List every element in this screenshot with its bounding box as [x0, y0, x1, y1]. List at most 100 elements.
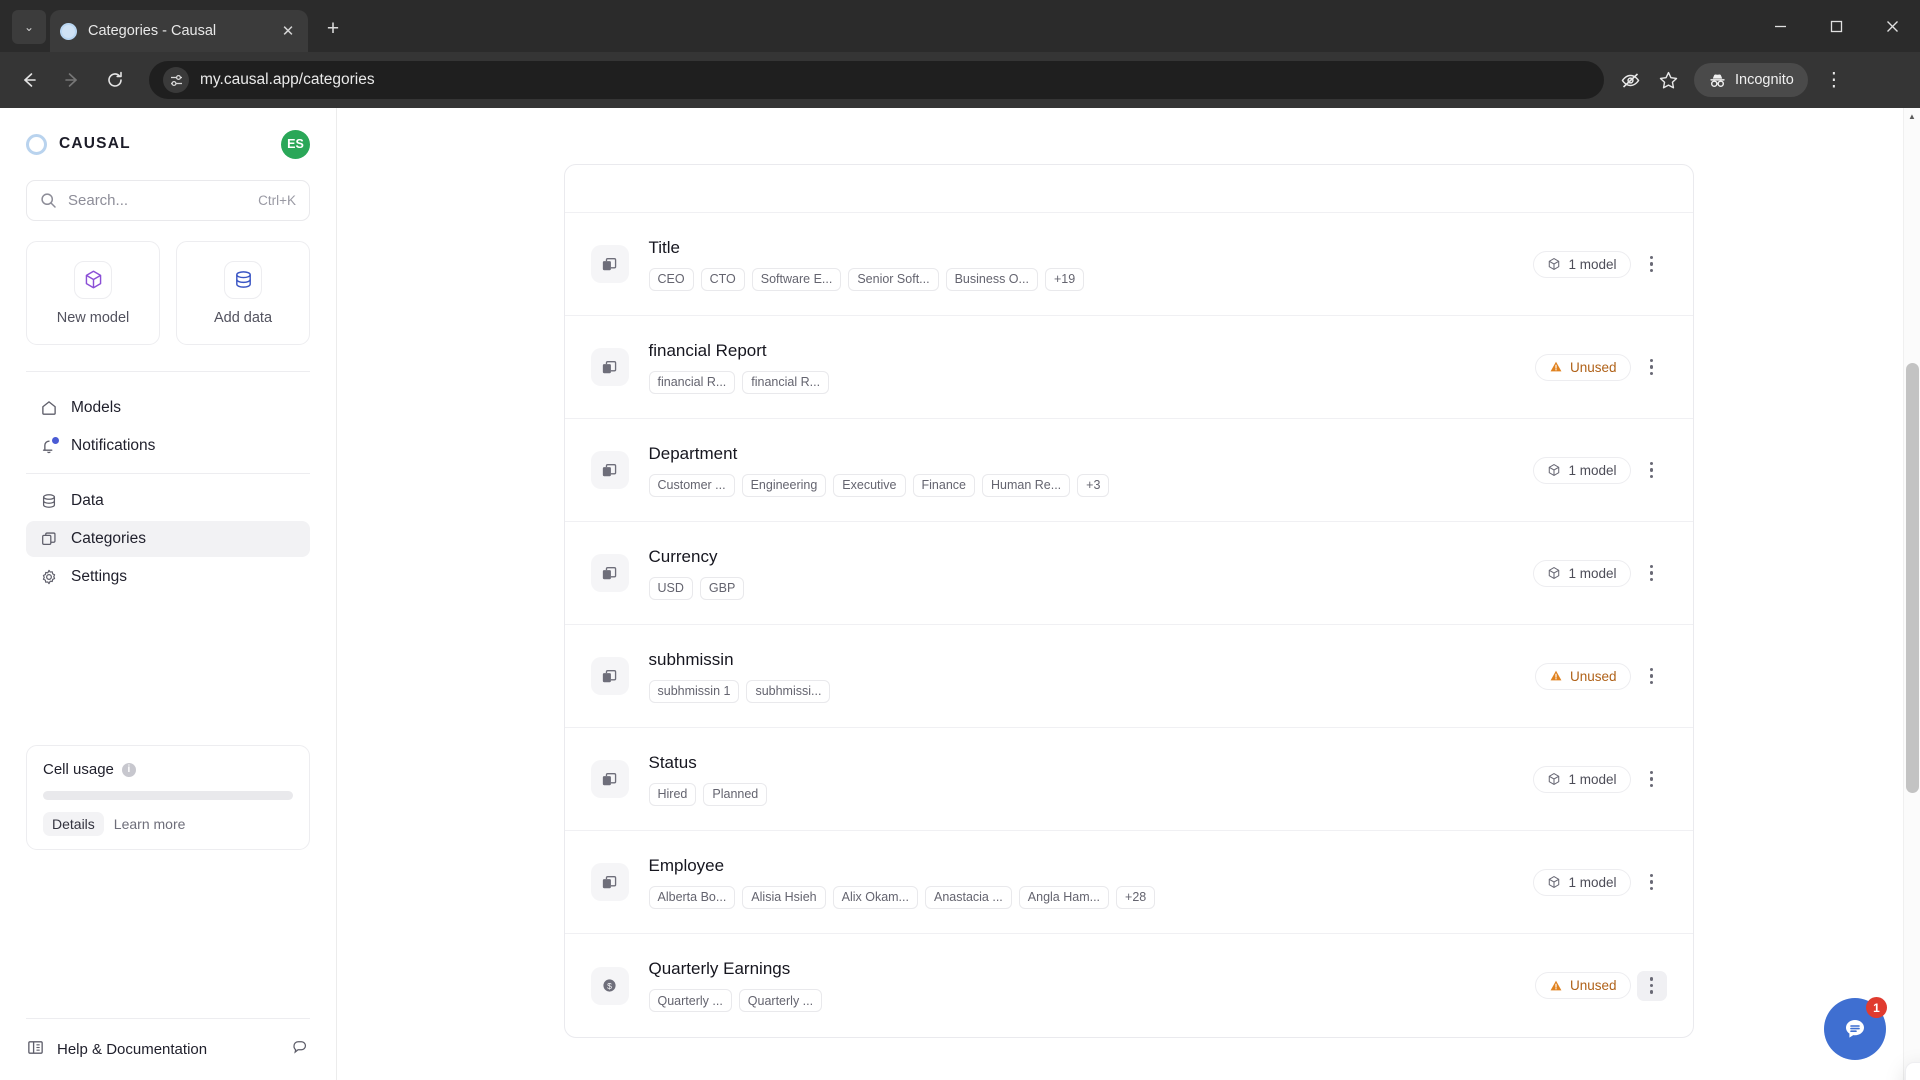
close-window-button[interactable]: [1864, 0, 1920, 52]
table-row[interactable]: Status Hired Planned 1 model: [564, 728, 1693, 831]
category-chip: Human Re...: [981, 473, 1071, 497]
minimize-button[interactable]: [1752, 0, 1808, 52]
badge-label: Unused: [1569, 359, 1617, 375]
categories-icon: [39, 530, 58, 549]
home-icon: [39, 399, 58, 418]
incognito-label: Incognito: [1735, 72, 1794, 88]
browser-menu-button[interactable]: ⋮: [1816, 62, 1852, 98]
category-chip: GBP: [699, 576, 745, 600]
category-chip: Finance: [912, 473, 975, 497]
row-menu-button[interactable]: [1637, 455, 1667, 485]
url-text: my.causal.app/categories: [200, 71, 375, 88]
category-name: Employee: [648, 855, 725, 875]
status-badge: Unused: [1534, 972, 1631, 999]
table-row[interactable]: Title CEO CTO Software E... Senior Soft.…: [564, 213, 1693, 316]
user-avatar[interactable]: ES: [281, 129, 310, 159]
category-name: Currency: [648, 546, 718, 566]
scrollbar-thumb[interactable]: [1906, 363, 1919, 793]
row-menu-button[interactable]: [1637, 867, 1667, 897]
table-row[interactable]: Department Customer ... Engineering Exec…: [564, 419, 1693, 522]
page-scrollbar[interactable]: ▲: [1903, 108, 1920, 1080]
svg-text:$: $: [607, 981, 612, 991]
categories-icon: [590, 863, 629, 901]
add-data-button[interactable]: Add data: [176, 241, 310, 345]
category-chip: Business O...: [945, 267, 1038, 291]
bookmark-star-icon[interactable]: [1650, 62, 1686, 98]
sidebar-footer: Help & Documentation: [26, 1018, 310, 1080]
help-documentation-link[interactable]: Help & Documentation: [57, 1041, 207, 1058]
tracking-protection-icon[interactable]: [1612, 62, 1648, 98]
usage-learn-more-link[interactable]: Learn more: [114, 816, 186, 832]
search-placeholder: Search...: [68, 192, 129, 209]
row-menu-button[interactable]: [1636, 970, 1667, 1001]
add-data-label: Add data: [213, 309, 273, 326]
browser-tab[interactable]: Categories - Causal ✕: [50, 10, 308, 52]
badge-label: 1 model: [1568, 771, 1617, 787]
category-name: Department: [648, 443, 738, 463]
chat-widget-button[interactable]: 1: [1824, 997, 1887, 1060]
sidebar-item-notifications[interactable]: Notifications: [26, 428, 310, 464]
new-model-button[interactable]: New model: [26, 241, 160, 345]
sidebar-item-data[interactable]: Data: [26, 483, 310, 519]
context-menu-item-inspect[interactable]: Inspect: [1906, 1071, 1920, 1080]
table-row[interactable]: subhmissin subhmissin 1 subhmissi... Unu…: [564, 625, 1693, 728]
reload-button[interactable]: [98, 63, 132, 97]
category-chips: CEO CTO Software E... Senior Soft... Bus…: [648, 267, 1534, 291]
row-actions: 1 model: [1533, 867, 1666, 897]
sidebar-item-categories[interactable]: Categories: [26, 521, 310, 557]
row-body: Currency USD GBP: [648, 546, 1534, 600]
incognito-indicator[interactable]: Incognito: [1694, 63, 1808, 97]
maximize-button[interactable]: [1808, 0, 1864, 52]
cell-usage-card: Cell usage i Details Learn more: [26, 745, 310, 850]
status-badge: Unused: [1534, 662, 1631, 690]
usage-details-button[interactable]: Details: [43, 812, 104, 836]
table-row[interactable]: Employee Alberta Bo... Alisia Hsieh Alix…: [564, 831, 1693, 934]
table-row[interactable]: $ Quarterly Earnings Quarterly ... Quart…: [565, 934, 1693, 1037]
site-settings-icon[interactable]: [163, 67, 189, 93]
database-icon: [39, 492, 58, 511]
back-button[interactable]: [12, 63, 46, 97]
category-chips: subhmissin 1 subhmissi...: [648, 679, 1535, 703]
tab-close-button[interactable]: ✕: [278, 21, 298, 41]
row-body: subhmissin subhmissin 1 subhmissi...: [648, 650, 1535, 703]
info-icon[interactable]: i: [121, 762, 136, 777]
status-badge: 1 model: [1533, 250, 1631, 278]
warning-icon: [1550, 980, 1562, 990]
categories-icon: [590, 657, 629, 695]
chat-icon[interactable]: [291, 1038, 310, 1062]
address-bar[interactable]: my.causal.app/categories: [149, 61, 1604, 99]
row-menu-button[interactable]: [1637, 764, 1667, 794]
row-menu-button[interactable]: [1637, 558, 1667, 588]
category-chip: Alberta Bo...: [648, 885, 736, 909]
sidebar-item-models[interactable]: Models: [26, 390, 310, 426]
toolbar-right: Incognito ⋮: [1612, 62, 1852, 98]
app-sidebar: CAUSAL ES Search... Ctrl+K New model Add…: [0, 108, 337, 1080]
cell-usage-actions: Details Learn more: [43, 812, 293, 836]
table-row[interactable]: financial Report financial R... financia…: [564, 316, 1693, 419]
category-name: Status: [648, 752, 697, 772]
row-menu-button[interactable]: [1637, 352, 1667, 382]
tab-search-button[interactable]: ⌄: [12, 10, 46, 44]
badge-label: Unused: [1569, 668, 1617, 684]
browser-toolbar: my.causal.app/categories Incognito ⋮: [0, 52, 1920, 108]
status-badge: 1 model: [1533, 456, 1631, 484]
new-tab-button[interactable]: +: [318, 14, 348, 44]
search-shortcut: Ctrl+K: [258, 193, 296, 208]
scroll-up-arrow[interactable]: ▲: [1904, 108, 1920, 125]
sidebar-item-label: Categories: [71, 530, 146, 547]
nav-separator: [26, 473, 310, 474]
row-body: Status Hired Planned: [648, 752, 1534, 806]
category-chips: Alberta Bo... Alisia Hsieh Alix Okam... …: [648, 885, 1534, 909]
sidebar-item-settings[interactable]: Settings: [26, 559, 310, 595]
category-chip: Alix Okam...: [832, 885, 918, 909]
categories-icon: [590, 348, 629, 386]
bell-icon: [39, 436, 59, 456]
badge-label: 1 model: [1568, 874, 1617, 890]
table-row[interactable]: Currency USD GBP 1 model: [564, 522, 1693, 625]
search-input[interactable]: Search... Ctrl+K: [26, 180, 310, 221]
cube-icon: [1549, 258, 1560, 270]
row-menu-button[interactable]: [1637, 249, 1667, 279]
row-actions: Unused: [1534, 352, 1667, 382]
forward-button[interactable]: [55, 63, 89, 97]
row-menu-button[interactable]: [1637, 661, 1667, 691]
